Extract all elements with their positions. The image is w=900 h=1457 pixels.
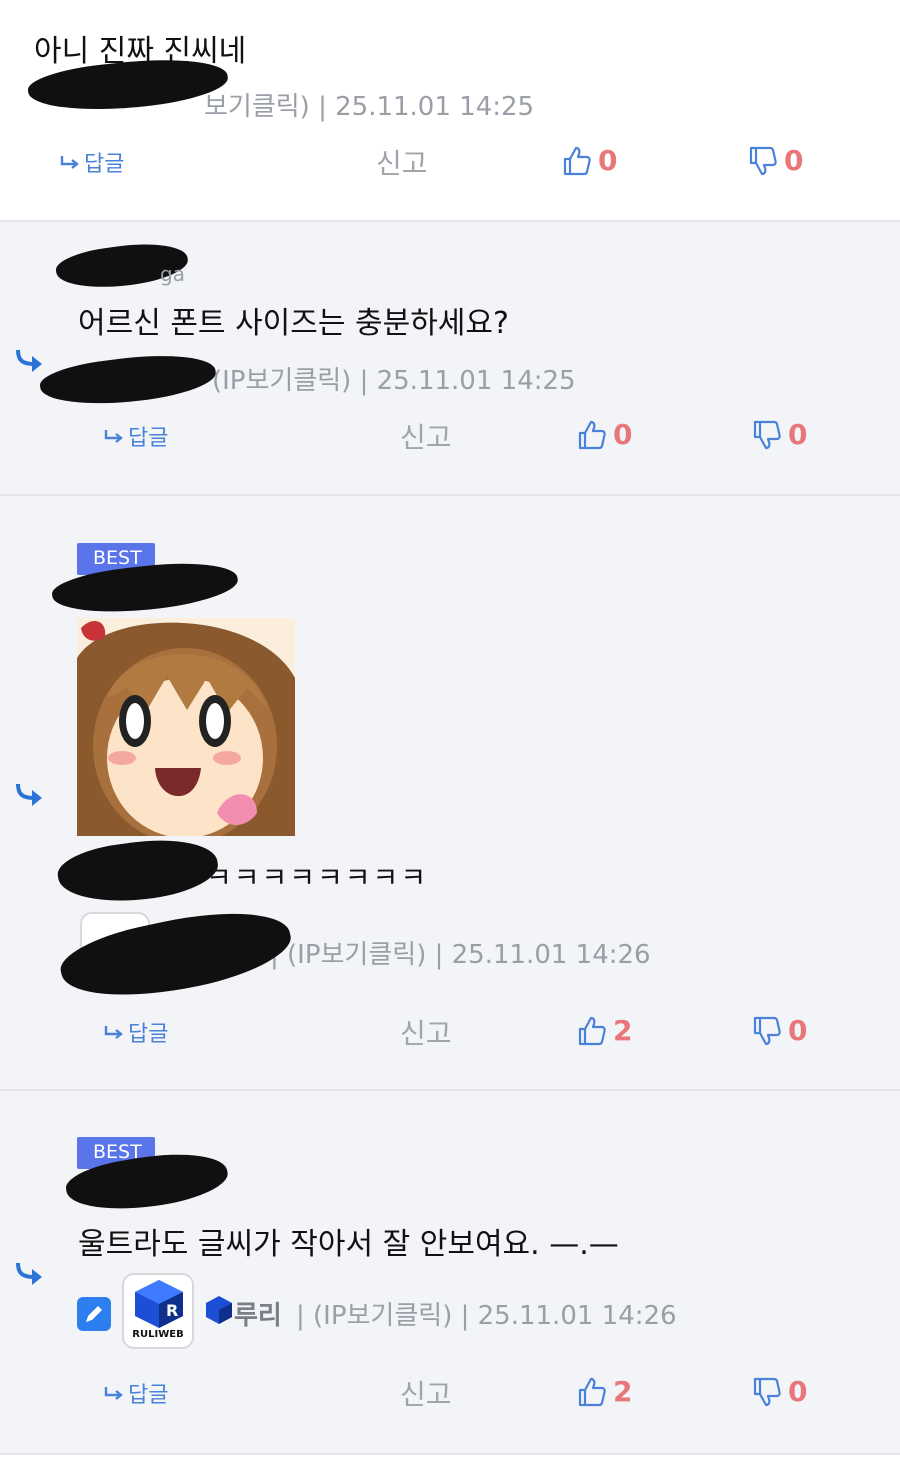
reply-arrow-icon xyxy=(16,783,42,806)
thumbs-down-icon xyxy=(749,146,777,175)
downvote-count: 0 xyxy=(788,1014,808,1047)
comment-text: 울트라도 글씨가 작아서 잘 안보여요. —.— xyxy=(78,1227,619,1262)
nickname-fragment: ga xyxy=(160,262,185,286)
reply-arrow-icon xyxy=(16,349,42,372)
thumbs-up-icon xyxy=(578,1016,606,1045)
reply-arrow-icon xyxy=(16,1262,42,1285)
avatar-label: RULIWEB xyxy=(132,1329,184,1340)
comment-1: 아니 진짜 진씨네 보기클릭) | 25.11.01 14:25 답글 신고 0… xyxy=(0,0,900,222)
thumbs-up-icon xyxy=(563,146,591,175)
upvote-count: 0 xyxy=(613,418,633,451)
edit-icon[interactable] xyxy=(77,1297,111,1331)
reply-label: 답글 xyxy=(128,1022,169,1047)
downvote-button[interactable]: 0 xyxy=(752,1375,807,1408)
reply-button[interactable]: 답글 xyxy=(104,1016,168,1048)
comment-4: BEST 울트라도 글씨가 작아서 잘 안보여요. —.— R RULIWEB … xyxy=(0,1091,900,1455)
redacted-author xyxy=(37,347,219,413)
thumbs-down-icon xyxy=(753,1016,781,1045)
sticker-image xyxy=(77,618,295,836)
comment-text: ㅋㅋㅋㅋㅋㅋㅋㅋ xyxy=(206,861,429,894)
reply-label: 답글 xyxy=(128,426,169,451)
author-name[interactable]: 루리 xyxy=(234,1295,282,1332)
report-button[interactable]: 신고 xyxy=(400,416,452,456)
comment-text: 어르신 폰트 사이즈는 충분하세요? xyxy=(78,306,509,341)
comment-meta: | (IP보기클릭) | 25.11.01 14:26 xyxy=(296,1301,677,1331)
comment-meta: | (IP보기클릭) | 25.11.01 14:26 xyxy=(270,940,651,970)
thumbs-up-icon xyxy=(578,420,606,449)
reply-label: 답글 xyxy=(128,1383,169,1408)
downvote-button[interactable]: 0 xyxy=(748,144,803,177)
upvote-count: 2 xyxy=(613,1375,633,1408)
upvote-button[interactable]: 0 xyxy=(562,144,617,177)
downvote-button[interactable]: 0 xyxy=(752,418,807,451)
reply-small-icon xyxy=(60,156,79,169)
upvote-count: 0 xyxy=(598,144,618,177)
upvote-count: 2 xyxy=(613,1014,633,1047)
report-button[interactable]: 신고 xyxy=(376,142,428,182)
thumbs-down-icon xyxy=(753,1377,781,1406)
thumbs-down-icon xyxy=(753,420,781,449)
thumbs-up-icon xyxy=(578,1377,606,1406)
upvote-button[interactable]: 0 xyxy=(577,418,632,451)
downvote-count: 0 xyxy=(784,144,804,177)
avatar: R RULIWEB xyxy=(122,1273,194,1349)
reply-button[interactable]: 답글 xyxy=(104,1377,168,1409)
comment-meta: 보기클릭) | 25.11.01 14:25 xyxy=(204,92,535,122)
upvote-button[interactable]: 2 xyxy=(577,1375,632,1408)
reply-small-icon xyxy=(104,1026,123,1039)
downvote-button[interactable]: 0 xyxy=(752,1014,807,1047)
anime-girl-sticker xyxy=(77,618,295,836)
downvote-count: 0 xyxy=(788,418,808,451)
downvote-count: 0 xyxy=(788,1375,808,1408)
reply-button[interactable]: 답글 xyxy=(60,146,124,178)
svg-text:R: R xyxy=(166,1301,178,1320)
reply-button[interactable]: 답글 xyxy=(104,420,168,452)
upvote-button[interactable]: 2 xyxy=(577,1014,632,1047)
comment-meta: (IP보기클릭) | 25.11.01 14:25 xyxy=(212,366,576,396)
report-button[interactable]: 신고 xyxy=(400,1012,452,1052)
reply-small-icon xyxy=(104,1387,123,1400)
reply-small-icon xyxy=(104,430,123,443)
member-level-icon xyxy=(206,1296,232,1324)
ruliweb-logo: R xyxy=(135,1280,183,1328)
comment-2: ga 어르신 폰트 사이즈는 충분하세요? (IP보기클릭) | 25.11.0… xyxy=(0,222,900,496)
report-button[interactable]: 신고 xyxy=(400,1373,452,1413)
reply-label: 답글 xyxy=(84,152,125,177)
